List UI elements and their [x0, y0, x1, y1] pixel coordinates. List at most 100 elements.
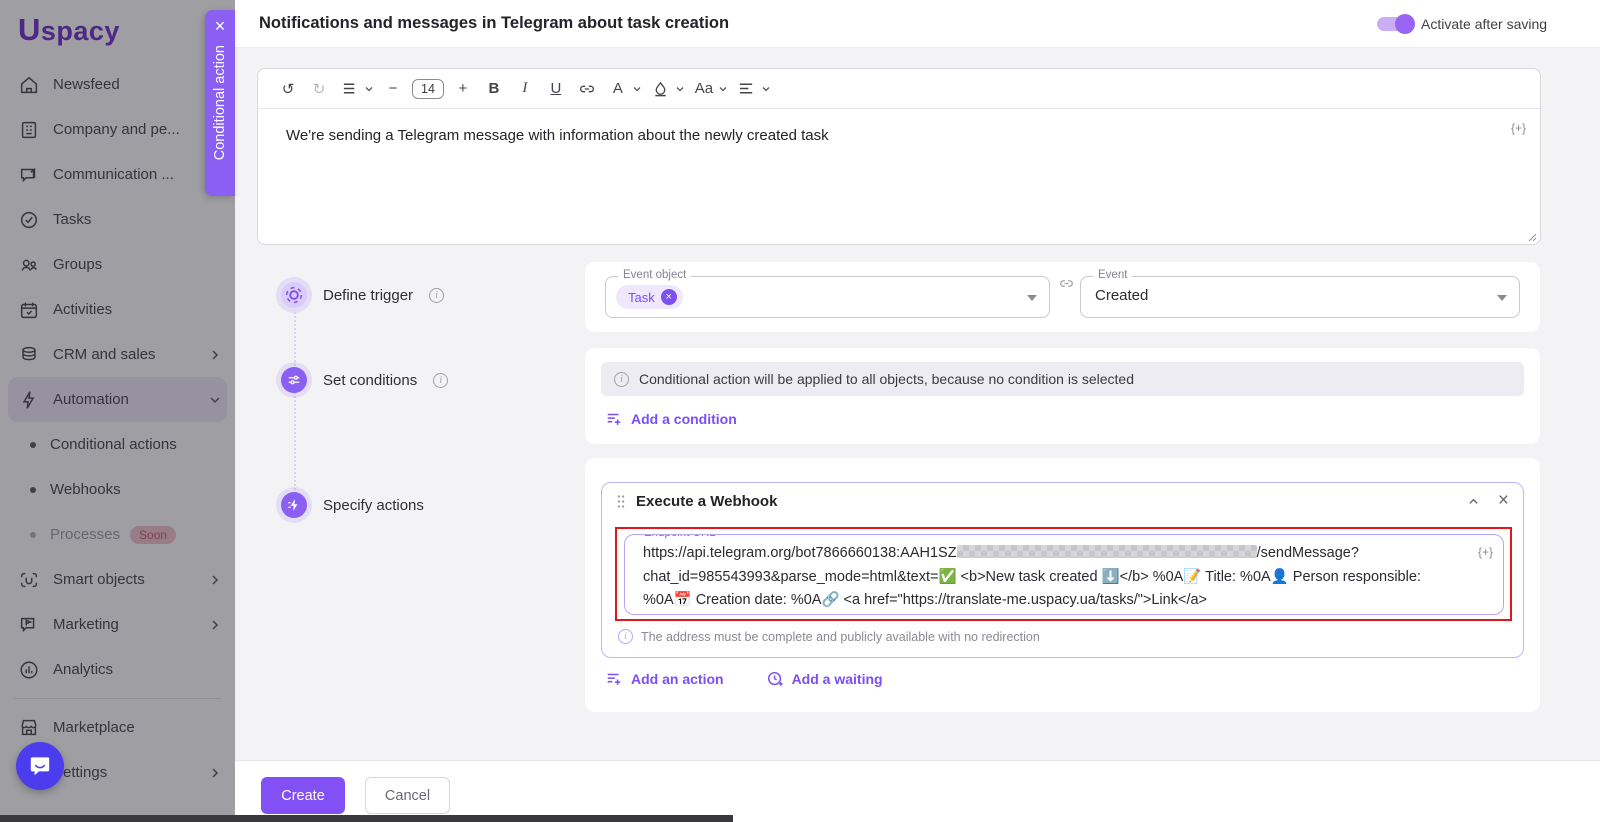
highlight-color-icon	[649, 76, 673, 102]
step-label: Define trigger	[323, 287, 413, 304]
page-title: Notifications and messages in Telegram a…	[259, 14, 729, 33]
modal-dim-overlay	[0, 0, 235, 822]
chevron-down-icon	[718, 84, 728, 94]
conditional-action-drawer-tab[interactable]: × Conditional action	[205, 10, 235, 196]
step-define-trigger: Define trigger i	[281, 282, 444, 308]
endpoint-url-highlight-box: Endpoint URL https://api.telegram.org/bo…	[615, 527, 1512, 621]
event-object-label: Event object	[618, 269, 691, 281]
info-icon[interactable]: i	[429, 288, 444, 303]
endpoint-url-field[interactable]: Endpoint URL https://api.telegram.org/bo…	[624, 534, 1504, 615]
link-chain-icon	[1058, 275, 1075, 292]
italic-button[interactable]: I	[513, 76, 537, 102]
editor-content[interactable]: We're sending a Telegram message with in…	[286, 127, 829, 144]
description-editor[interactable]: ↺ ↻ − 14 + B I U A Aa	[257, 68, 1541, 245]
cancel-button[interactable]: Cancel	[365, 777, 450, 814]
highlight-color-dropdown[interactable]	[649, 76, 685, 102]
endpoint-helper-text: The address must be complete and publicl…	[641, 630, 1040, 644]
create-button[interactable]: Create	[261, 777, 345, 814]
drag-handle-icon[interactable]	[616, 494, 626, 509]
chat-bubble-icon	[27, 753, 53, 779]
event-object-select[interactable]: Event object Task ×	[605, 276, 1050, 318]
line-spacing-icon	[338, 76, 362, 102]
url-text: https://api.telegram.org/bot7866660138:A…	[643, 545, 957, 561]
step-label: Set conditions	[323, 372, 417, 389]
text-case-icon: Aa	[692, 76, 716, 102]
increase-font-icon[interactable]: +	[451, 76, 475, 102]
chevron-down-icon	[761, 84, 771, 94]
conditions-info-text: Conditional action will be applied to al…	[639, 371, 1134, 387]
resize-handle[interactable]	[1525, 230, 1537, 242]
underline-button[interactable]: U	[544, 76, 568, 102]
step-label: Specify actions	[323, 497, 424, 514]
insert-variable-icon[interactable]: {+}	[1511, 121, 1526, 135]
dropdown-arrow-icon	[1027, 295, 1037, 301]
webhook-card-title: Execute a Webhook	[636, 493, 1457, 510]
chip-remove-icon[interactable]: ×	[661, 289, 677, 305]
add-waiting-label: Add a waiting	[792, 671, 883, 687]
trigger-card: Event object Task × Event Created	[585, 262, 1540, 332]
link-icon[interactable]	[575, 76, 599, 102]
clock-plus-icon	[766, 670, 784, 688]
drawer-panel: Notifications and messages in Telegram a…	[235, 0, 1600, 822]
event-select[interactable]: Event Created	[1080, 276, 1520, 318]
step-specify-actions: Specify actions	[281, 492, 424, 518]
dropdown-arrow-icon	[1497, 295, 1507, 301]
font-color-icon: A	[606, 76, 630, 102]
line-spacing-dropdown[interactable]	[338, 76, 374, 102]
define-trigger-icon	[281, 282, 307, 308]
endpoint-helper: i The address must be complete and publi…	[618, 629, 1040, 644]
actions-card: Execute a Webhook × Endpoint URL https:/…	[585, 458, 1540, 712]
drawer-footer: Create Cancel	[235, 760, 1600, 822]
close-icon[interactable]: ×	[215, 17, 226, 35]
endpoint-url-line1: https://api.telegram.org/bot7866660138:A…	[643, 542, 1463, 566]
endpoint-url-label: Endpoint URL	[639, 534, 721, 539]
text-case-dropdown[interactable]: Aa	[692, 76, 728, 102]
editor-body[interactable]: We're sending a Telegram message with in…	[258, 109, 1540, 245]
font-color-dropdown[interactable]: A	[606, 76, 642, 102]
align-dropdown[interactable]	[735, 76, 771, 102]
close-icon[interactable]: ×	[1498, 494, 1509, 508]
add-action-icon	[605, 670, 623, 688]
endpoint-url-line3: %0A📅 Creation date: %0A🔗 <a href="https:…	[643, 589, 1463, 613]
event-value: Created	[1095, 287, 1148, 304]
drawer-header: Notifications and messages in Telegram a…	[235, 0, 1600, 48]
action-links-row: Add an action Add a waiting	[605, 670, 883, 688]
redo-icon[interactable]: ↻	[307, 76, 331, 102]
info-icon: i	[618, 629, 633, 644]
add-condition-icon	[605, 410, 623, 428]
webhook-card-header: Execute a Webhook ×	[602, 483, 1523, 519]
step-set-conditions: Set conditions i	[281, 367, 448, 393]
align-icon	[735, 76, 759, 102]
redacted-token-blur	[957, 545, 1257, 558]
chevron-down-icon	[364, 84, 374, 94]
font-size-value[interactable]: 14	[412, 79, 444, 99]
collapse-icon[interactable]	[1467, 495, 1480, 508]
webhook-action-card: Execute a Webhook × Endpoint URL https:/…	[601, 482, 1524, 658]
add-action-button[interactable]: Add an action	[605, 670, 724, 688]
endpoint-url-line2: chat_id=985543993&parse_mode=html&text=✅…	[643, 566, 1463, 590]
editor-toolbar: ↺ ↻ − 14 + B I U A Aa	[258, 69, 1540, 109]
info-icon: i	[614, 372, 629, 387]
decrease-font-icon[interactable]: −	[381, 76, 405, 102]
url-text: /sendMessage?	[1257, 545, 1359, 561]
add-waiting-button[interactable]: Add a waiting	[766, 670, 883, 688]
step-connector	[294, 312, 296, 490]
add-condition-label: Add a condition	[631, 411, 737, 427]
add-condition-button[interactable]: Add a condition	[605, 410, 737, 428]
insert-variable-icon[interactable]: {+}	[1478, 545, 1493, 559]
activate-toggle-label: Activate after saving	[1421, 16, 1547, 32]
chip-label: Task	[628, 290, 655, 305]
info-icon[interactable]: i	[433, 373, 448, 388]
conditions-info-banner: i Conditional action will be applied to …	[601, 362, 1524, 396]
bold-button[interactable]: B	[482, 76, 506, 102]
undo-icon[interactable]: ↺	[276, 76, 300, 102]
bottom-dark-band	[0, 815, 733, 822]
set-conditions-icon	[281, 367, 307, 393]
add-action-label: Add an action	[631, 671, 724, 687]
conditions-card: i Conditional action will be applied to …	[585, 348, 1540, 444]
chevron-down-icon	[632, 84, 642, 94]
specify-actions-icon	[281, 492, 307, 518]
event-label: Event	[1093, 269, 1132, 281]
activate-after-saving-toggle[interactable]	[1377, 17, 1413, 31]
support-chat-button[interactable]	[16, 742, 64, 790]
